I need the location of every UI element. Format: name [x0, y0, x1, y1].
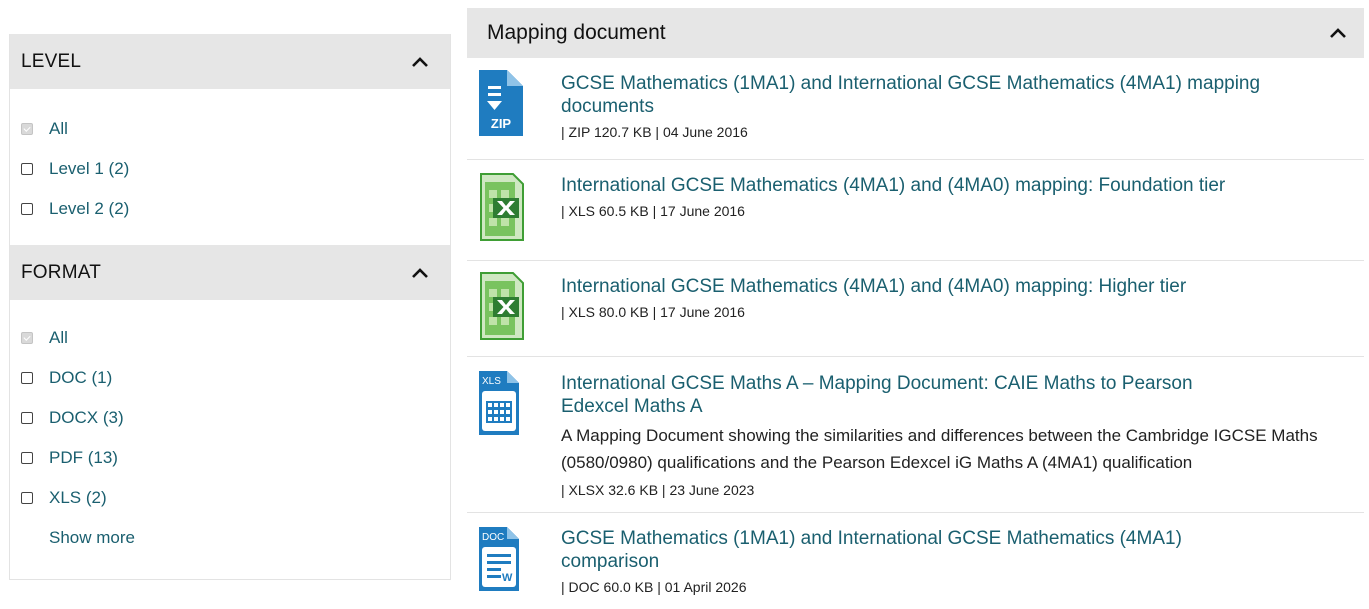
document-meta: | XLS 60.5 KB | 17 June 2016 [561, 203, 745, 219]
format-option-pdf[interactable]: PDF (13) [10, 438, 450, 478]
format-facet-list: All DOC (1) DOCX (3) PDF (13) XLS (2) [10, 300, 450, 518]
format-facet-header[interactable]: FORMAT [10, 245, 450, 300]
chevron-up-icon[interactable] [410, 266, 430, 280]
format-option-label[interactable]: DOC (1) [49, 368, 112, 388]
document-body: GCSE Mathematics (1MA1) and Internationa… [561, 72, 1350, 140]
checkbox[interactable] [21, 492, 33, 504]
level-option-label[interactable]: Level 1 (2) [49, 159, 129, 179]
level-option-label[interactable]: All [49, 119, 68, 139]
zip-file-icon[interactable]: ZIP [479, 70, 523, 136]
format-option-doc[interactable]: DOC (1) [10, 358, 450, 398]
mapping-document-panel: Mapping document ZIP GCSE Mathematics (1… [467, 8, 1364, 609]
document-title-link[interactable]: International GCSE Mathematics (4MA1) an… [561, 174, 1261, 197]
xls-file-icon[interactable]: XLS [479, 371, 519, 435]
checkbox[interactable] [21, 163, 33, 175]
format-option-all[interactable]: All [10, 318, 450, 358]
document-meta: | XLS 80.0 KB | 17 June 2016 [561, 304, 745, 320]
document-meta: | ZIP 120.7 KB | 04 June 2016 [561, 124, 748, 140]
format-option-label[interactable]: XLS (2) [49, 488, 107, 508]
level-facet: LEVEL All Level 1 (2) Level 2 (2) [10, 34, 450, 245]
format-facet-title: FORMAT [21, 261, 102, 283]
level-option-label[interactable]: Level 2 (2) [49, 199, 129, 219]
list-item: DOC W GCSE Mathematics (1MA1) and Intern… [467, 513, 1364, 609]
section-title: Mapping document [487, 21, 666, 44]
document-description: A Mapping Document showing the similarit… [561, 426, 1318, 472]
document-list: ZIP GCSE Mathematics (1MA1) and Internat… [467, 58, 1364, 609]
checkbox[interactable] [21, 372, 33, 384]
format-option-xls[interactable]: XLS (2) [10, 478, 450, 518]
document-body: International GCSE Mathematics (4MA1) an… [561, 275, 1350, 320]
document-title-link[interactable]: International GCSE Maths A – Mapping Doc… [561, 372, 1261, 418]
checkbox[interactable] [21, 332, 33, 344]
document-meta: | DOC 60.0 KB | 01 April 2026 [561, 579, 747, 595]
svg-text:W: W [502, 572, 513, 584]
level-facet-header[interactable]: LEVEL [10, 34, 450, 89]
chevron-up-icon[interactable] [1328, 26, 1348, 40]
show-more-link[interactable]: Show more [10, 518, 450, 558]
list-item: International GCSE Mathematics (4MA1) an… [467, 261, 1364, 357]
document-title-link[interactable]: GCSE Mathematics (1MA1) and Internationa… [561, 72, 1261, 118]
checkbox[interactable] [21, 123, 33, 135]
excel-file-icon[interactable] [479, 172, 525, 242]
format-option-label[interactable]: All [49, 328, 68, 348]
level-option-all[interactable]: All [10, 109, 450, 149]
document-body: International GCSE Mathematics (4MA1) an… [561, 174, 1350, 219]
document-title-link[interactable]: GCSE Mathematics (1MA1) and Internationa… [561, 527, 1261, 573]
format-option-label[interactable]: DOCX (3) [49, 408, 124, 428]
document-meta: | XLSX 32.6 KB | 23 June 2023 [561, 482, 755, 498]
format-option-label[interactable]: PDF (13) [49, 448, 118, 468]
level-option-level-2[interactable]: Level 2 (2) [10, 189, 450, 229]
level-facet-list: All Level 1 (2) Level 2 (2) [10, 89, 450, 245]
level-facet-title: LEVEL [21, 50, 82, 72]
document-body: GCSE Mathematics (1MA1) and Internationa… [561, 527, 1350, 595]
checkbox[interactable] [21, 412, 33, 424]
mapping-document-header[interactable]: Mapping document [467, 8, 1364, 58]
svg-text:XLS: XLS [482, 376, 501, 387]
excel-file-icon[interactable] [479, 271, 525, 341]
level-option-level-1[interactable]: Level 1 (2) [10, 149, 450, 189]
svg-text:DOC: DOC [482, 532, 504, 543]
list-item: XLS International GCSE Maths A – Mapping… [467, 357, 1364, 513]
list-item: ZIP GCSE Mathematics (1MA1) and Internat… [467, 58, 1364, 160]
document-title-link[interactable]: International GCSE Mathematics (4MA1) an… [561, 275, 1261, 298]
svg-text:ZIP: ZIP [491, 116, 512, 131]
format-facet: FORMAT All DOC (1) DOCX (3) PDF (13) XLS… [10, 245, 450, 558]
checkbox[interactable] [21, 452, 33, 464]
doc-file-icon[interactable]: DOC W [479, 527, 519, 591]
chevron-up-icon[interactable] [410, 55, 430, 69]
document-body: International GCSE Maths A – Mapping Doc… [561, 372, 1350, 498]
filter-sidebar: LEVEL All Level 1 (2) Level 2 (2) FORMAT… [9, 34, 451, 580]
checkbox[interactable] [21, 203, 33, 215]
format-option-docx[interactable]: DOCX (3) [10, 398, 450, 438]
list-item: International GCSE Mathematics (4MA1) an… [467, 160, 1364, 261]
